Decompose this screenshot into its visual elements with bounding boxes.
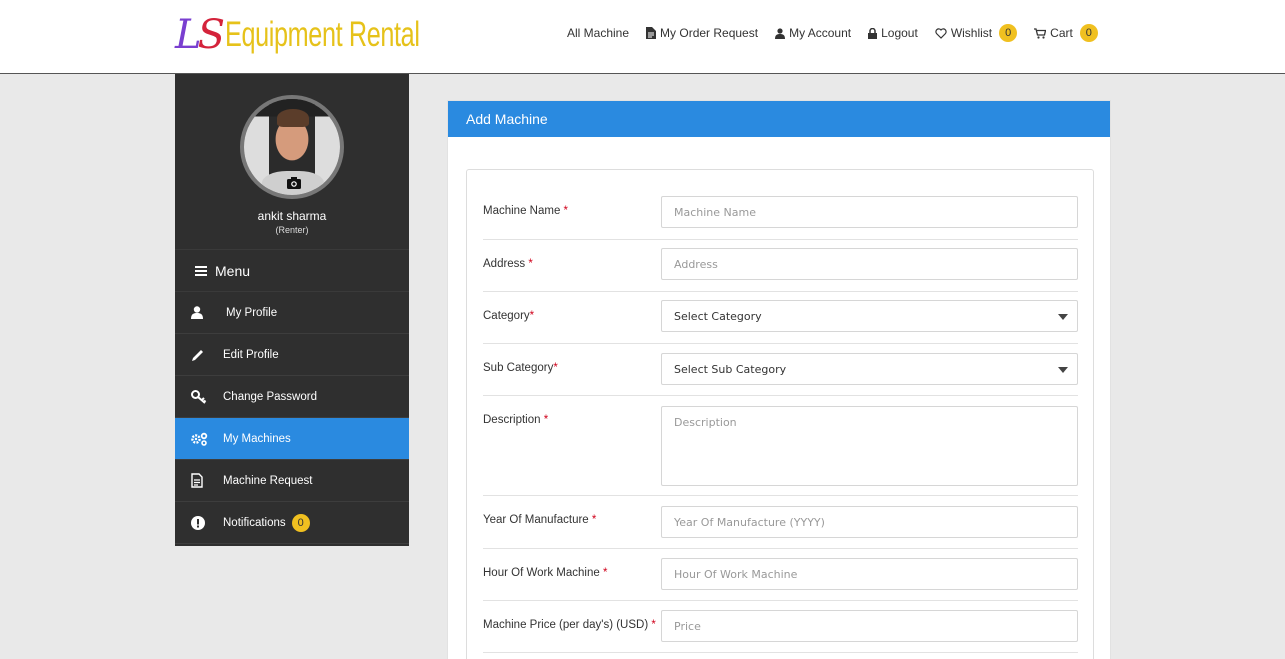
user-role: (Renter)	[275, 225, 309, 235]
form-row-year: Year Of Manufacture * Year Of Manufactur…	[483, 496, 1078, 549]
nav-logout[interactable]: Logout	[868, 26, 918, 40]
address-input[interactable]: Address	[661, 248, 1078, 280]
description-textarea[interactable]: Description	[661, 406, 1078, 486]
hamburger-icon	[195, 265, 207, 276]
form-row-hours: Hour Of Work Machine * Hour Of Work Mach…	[483, 549, 1078, 601]
price-input[interactable]: Price	[661, 610, 1078, 642]
form-row-sub-category: Sub Category* Select Sub Category	[483, 344, 1078, 396]
year-input[interactable]: Year Of Manufacture (YYYY)	[661, 506, 1078, 538]
sidebar-item-edit-profile[interactable]: Edit Profile	[175, 334, 409, 376]
nav-all-machine[interactable]: All Machine	[567, 26, 629, 40]
user-name: ankit sharma	[257, 209, 327, 223]
nav-cart[interactable]: Cart 0	[1034, 24, 1098, 42]
form-row-price: Machine Price (per day's) (USD) * Price	[483, 601, 1078, 653]
user-icon	[191, 306, 203, 319]
pencil-icon	[192, 349, 203, 361]
nav-my-order-request[interactable]: My Order Request	[646, 26, 758, 40]
form-row-description: Description * Description	[483, 396, 1078, 496]
category-label: Category*	[483, 310, 535, 322]
notifications-count-badge: 0	[291, 513, 310, 532]
nav-wishlist[interactable]: Wishlist 0	[935, 24, 1018, 42]
key-icon	[191, 389, 207, 404]
address-label: Address *	[483, 258, 533, 270]
sidebar-item-notifications[interactable]: Notifications 0	[175, 502, 409, 544]
chevron-down-icon	[1058, 314, 1068, 320]
lock-icon	[868, 27, 878, 39]
nav-my-account[interactable]: My Account	[775, 26, 851, 40]
heart-icon	[935, 27, 947, 39]
cart-count-badge: 0	[1079, 24, 1098, 42]
add-machine-form: Machine Name * Machine Name Address * Ad…	[466, 169, 1094, 659]
menu-header: Menu	[175, 250, 409, 292]
sidebar-item-my-profile[interactable]: My Profile	[175, 292, 409, 334]
category-select[interactable]: Select Category	[661, 300, 1078, 332]
sidebar-item-machine-request[interactable]: Machine Request	[175, 460, 409, 502]
form-row-address: Address * Address	[483, 240, 1078, 292]
form-row-machine-name: Machine Name * Machine Name	[483, 196, 1078, 240]
document-icon	[646, 27, 657, 39]
form-row-category: Category* Select Category	[483, 292, 1078, 344]
profile-card: ankit sharma (Renter)	[175, 74, 409, 250]
sub-category-select[interactable]: Select Sub Category	[661, 353, 1078, 385]
machine-name-input[interactable]: Machine Name	[661, 196, 1078, 228]
sidebar: ankit sharma (Renter) Menu My Profile Ed…	[175, 74, 409, 546]
sidebar-item-my-machines[interactable]: My Machines	[175, 418, 409, 460]
avatar[interactable]	[240, 95, 344, 199]
document-icon	[191, 473, 203, 488]
top-header: LS Equipment Rental All Machine My Order…	[0, 0, 1285, 74]
exclamation-icon	[191, 515, 205, 530]
top-nav: All Machine My Order Request My Account …	[567, 24, 1115, 42]
year-label: Year Of Manufacture *	[483, 514, 597, 526]
price-label: Machine Price (per day's) (USD) *	[483, 619, 656, 631]
description-label: Description *	[483, 414, 549, 426]
gears-icon	[191, 432, 208, 446]
camera-icon[interactable]	[287, 177, 301, 189]
cart-icon	[1034, 27, 1047, 39]
add-machine-panel: Add Machine Machine Name * Machine Name …	[447, 100, 1111, 659]
chevron-down-icon	[1058, 367, 1068, 373]
logo-mark: LS	[175, 12, 225, 58]
sidebar-item-change-password[interactable]: Change Password	[175, 376, 409, 418]
machine-name-label: Machine Name *	[483, 205, 569, 217]
user-icon	[775, 27, 786, 39]
hours-input[interactable]: Hour Of Work Machine	[661, 558, 1078, 590]
site-logo[interactable]: LS Equipment Rental	[175, 10, 495, 60]
panel-title: Add Machine	[448, 101, 1110, 137]
logo-text: Equipment Rental	[224, 15, 420, 54]
sub-category-label: Sub Category*	[483, 362, 558, 374]
hours-label: Hour Of Work Machine *	[483, 567, 608, 579]
wishlist-count-badge: 0	[999, 24, 1018, 42]
